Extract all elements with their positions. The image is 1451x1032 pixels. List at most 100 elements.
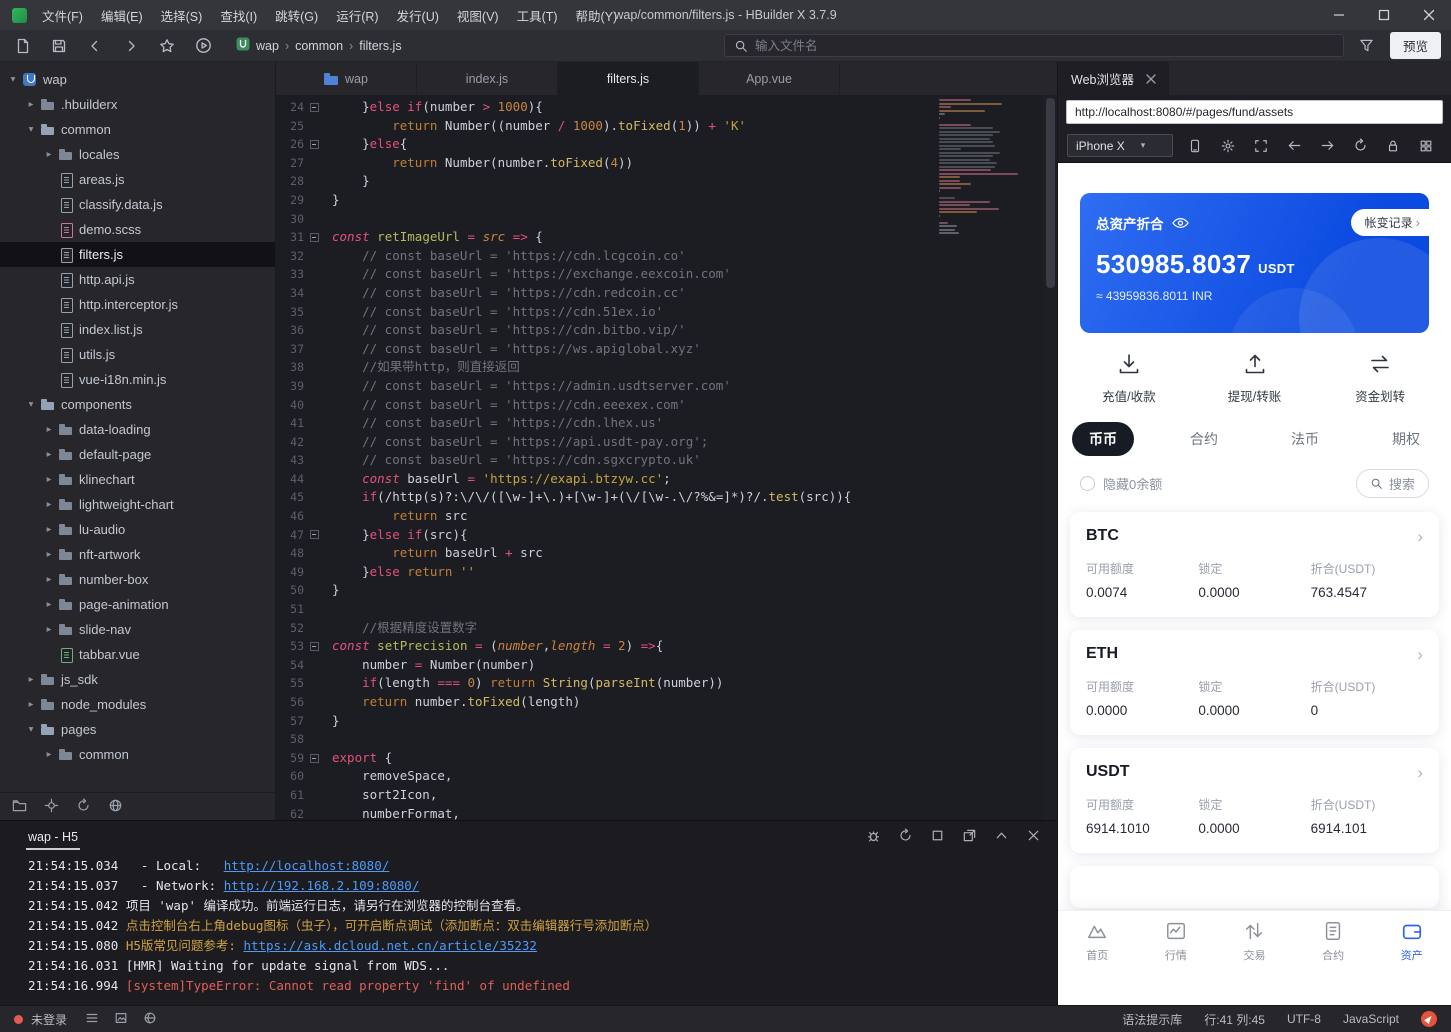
line-number[interactable]: 31 — [276, 228, 304, 247]
line-number[interactable]: 29 — [276, 191, 304, 210]
line-number[interactable]: 24 — [276, 98, 304, 117]
tree-item-number-box[interactable]: ▸number-box — [0, 567, 275, 592]
menu-item[interactable]: 编辑(E) — [92, 0, 152, 30]
line-number[interactable]: 48 — [276, 544, 304, 563]
tree-item-filters.js[interactable]: filters.js — [0, 242, 275, 267]
chevron-right-icon[interactable]: ▸ — [42, 599, 56, 610]
line-number[interactable]: 45 — [276, 488, 304, 507]
asset-card-USDT[interactable]: USDT›可用额度6914.1010锁定0.0000折合(USDT)6914.1… — [1070, 748, 1439, 853]
line-number[interactable]: 44 — [276, 470, 304, 489]
menu-item[interactable]: 选择(S) — [152, 0, 212, 30]
chevron-down-icon[interactable]: ▾ — [24, 724, 38, 735]
line-number[interactable]: 57 — [276, 712, 304, 731]
forward-button[interactable] — [118, 33, 144, 59]
chevron-down-icon[interactable]: ▾ — [24, 124, 38, 135]
device-select[interactable]: iPhone X ▾ — [1067, 134, 1173, 157]
rocket-icon[interactable] — [1421, 1011, 1437, 1027]
screenshot-icon[interactable] — [1184, 133, 1206, 159]
fold-marker-icon[interactable] — [304, 754, 324, 763]
chevron-right-icon[interactable]: ▸ — [42, 524, 56, 535]
grid-icon[interactable] — [1415, 133, 1437, 159]
bookmark-button[interactable] — [154, 33, 180, 59]
chevron-right-icon[interactable]: ▸ — [42, 149, 56, 160]
tree-item-tabbar.vue[interactable]: tabbar.vue — [0, 642, 275, 667]
new-folder-icon[interactable] — [12, 798, 27, 816]
nav-item-行情[interactable]: 行情 — [1137, 920, 1216, 977]
line-number[interactable]: 43 — [276, 451, 304, 470]
fold-marker-icon[interactable] — [304, 103, 324, 112]
tree-item-http.interceptor.js[interactable]: http.interceptor.js — [0, 292, 275, 317]
chevron-right-icon[interactable]: ▸ — [42, 499, 56, 510]
account-records-button[interactable]: 帐变记录 › — [1351, 209, 1429, 236]
line-number[interactable]: 51 — [276, 600, 304, 619]
asset-tab-法币[interactable]: 法币 — [1274, 422, 1336, 456]
line-number[interactable]: 49 — [276, 563, 304, 582]
asset-tab-合约[interactable]: 合约 — [1173, 422, 1235, 456]
line-number[interactable]: 26 — [276, 135, 304, 154]
login-status[interactable]: 未登录 — [31, 1011, 67, 1028]
restart-icon[interactable] — [898, 828, 913, 846]
maximize-button[interactable] — [1361, 0, 1406, 30]
line-number[interactable]: 42 — [276, 433, 304, 452]
line-number[interactable]: 60 — [276, 767, 304, 786]
log-link[interactable]: http://192.168.2.109:8080/ — [224, 878, 420, 893]
locate-file-icon[interactable] — [44, 798, 59, 816]
tree-item-data-loading[interactable]: ▸data-loading — [0, 417, 275, 442]
asset-tab-期权[interactable]: 期权 — [1375, 422, 1437, 456]
tree-item-klinechart[interactable]: ▸klinechart — [0, 467, 275, 492]
debug-bug-icon[interactable] — [866, 828, 881, 846]
chevron-right-icon[interactable]: ▸ — [42, 474, 56, 485]
minimap[interactable] — [939, 99, 1035, 236]
line-number[interactable]: 30 — [276, 210, 304, 229]
menu-item[interactable]: 发行(U) — [388, 0, 448, 30]
line-number[interactable]: 36 — [276, 321, 304, 340]
tree-item-utils.js[interactable]: utils.js — [0, 342, 275, 367]
chevron-down-icon[interactable]: ▾ — [24, 399, 38, 410]
syntax-hint-library[interactable]: 语法提示库 — [1122, 1011, 1182, 1028]
new-file-button[interactable] — [10, 33, 36, 59]
line-number[interactable]: 59 — [276, 749, 304, 768]
preview-button[interactable]: 预览 — [1390, 32, 1441, 59]
fold-marker-icon[interactable] — [304, 140, 324, 149]
editor-tab-wap[interactable]: wap — [276, 62, 417, 95]
editor-tab-App.vue[interactable]: App.vue — [699, 62, 840, 95]
menu-item[interactable]: 工具(T) — [508, 0, 567, 30]
line-number[interactable]: 53 — [276, 637, 304, 656]
line-number[interactable]: 34 — [276, 284, 304, 303]
console-tab[interactable]: wap - H5 — [26, 824, 80, 850]
menu-item[interactable]: 视图(V) — [448, 0, 508, 30]
tree-item-common[interactable]: ▾common — [0, 117, 275, 142]
chevron-right-icon[interactable]: ▸ — [24, 674, 38, 685]
fold-marker-icon[interactable] — [304, 530, 324, 539]
filter-icon[interactable] — [1354, 33, 1380, 59]
url-input[interactable] — [1066, 100, 1443, 124]
chevron-right-icon[interactable]: ▸ — [42, 449, 56, 460]
line-number[interactable]: 28 — [276, 172, 304, 191]
action-withdraw[interactable]: 提现/转账 — [1192, 351, 1318, 405]
tree-item-js_sdk[interactable]: ▸js_sdk — [0, 667, 275, 692]
open-external-icon[interactable] — [962, 828, 977, 846]
line-number[interactable]: 41 — [276, 414, 304, 433]
line-number[interactable]: 62 — [276, 805, 304, 820]
asset-card-BTC[interactable]: BTC›可用额度0.0074锁定0.0000折合(USDT)763.4547 — [1070, 512, 1439, 617]
cursor-position[interactable]: 行:41 列:45 — [1204, 1011, 1265, 1028]
encoding[interactable]: UTF-8 — [1287, 1012, 1321, 1026]
nav-item-合约[interactable]: 合约 — [1294, 920, 1373, 977]
line-number[interactable]: 39 — [276, 377, 304, 396]
chevron-right-icon[interactable]: ▸ — [24, 99, 38, 110]
action-deposit[interactable]: 充值/收款 — [1066, 351, 1192, 405]
image-icon[interactable] — [114, 1011, 128, 1028]
editor-tab-index.js[interactable]: index.js — [417, 62, 558, 95]
breadcrumb-item[interactable]: wap — [256, 39, 279, 53]
lock-icon[interactable] — [1382, 133, 1404, 159]
menu-item[interactable]: 文件(F) — [33, 0, 92, 30]
line-number[interactable]: 58 — [276, 730, 304, 749]
tree-item-common[interactable]: ▸common — [0, 742, 275, 767]
chevron-right-icon[interactable]: ▸ — [42, 574, 56, 585]
menu-item[interactable]: 查找(I) — [211, 0, 266, 30]
nav-back-icon[interactable] — [1283, 133, 1305, 159]
fullscreen-icon[interactable] — [1250, 133, 1272, 159]
line-number[interactable]: 46 — [276, 507, 304, 526]
tree-item-classify.data.js[interactable]: classify.data.js — [0, 192, 275, 217]
hide-zero-toggle[interactable]: 隐藏0余额 — [1080, 474, 1162, 493]
